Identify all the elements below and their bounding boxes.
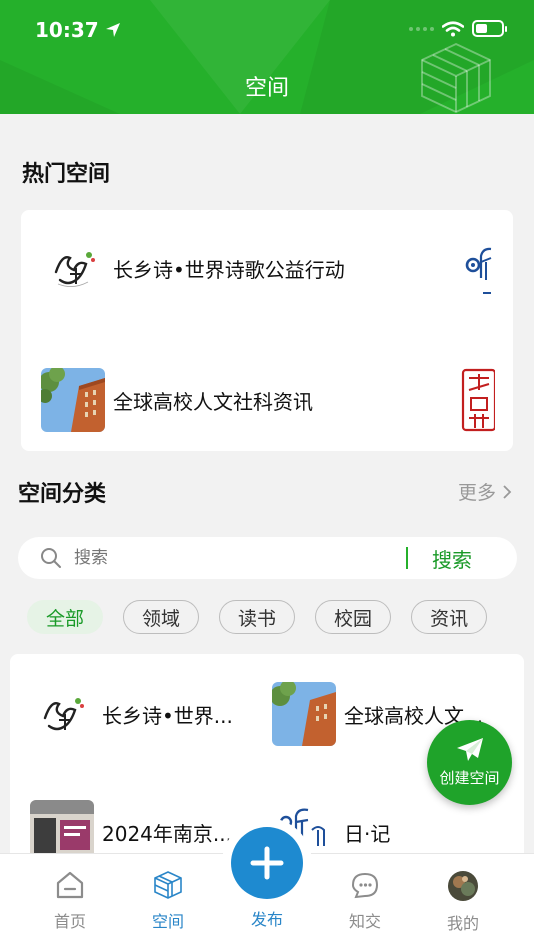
next-space-seal-logo (461, 368, 495, 432)
wifi-icon (442, 20, 464, 36)
next-space-peek-logo (465, 247, 492, 294)
hot-space-item[interactable]: 全球高校人文社科资讯 (41, 368, 313, 432)
chip-field[interactable]: 领域 (123, 600, 200, 634)
campus-building-photo (41, 368, 105, 432)
tab-mine-label: 我的 (446, 914, 479, 933)
more-label: 更多 (457, 482, 496, 504)
create-space-button[interactable]: 创建空间 (427, 720, 512, 805)
search-input[interactable] (74, 548, 404, 568)
hot-spaces-title: 热门空间 (22, 162, 111, 187)
publish-button[interactable] (222, 818, 312, 908)
changxiangshi-logo (30, 682, 94, 746)
changxiangshi-logo (41, 236, 105, 300)
tab-friends-label: 知交 (348, 912, 381, 931)
space-name: 2024年南京... (102, 821, 232, 846)
tab-home[interactable]: 首页 (25, 870, 115, 932)
publish-circle (231, 827, 303, 899)
plus-icon (250, 846, 284, 880)
cube-icon (154, 871, 182, 899)
category-chips: 全部 领域 读书 校园 资讯 (27, 600, 488, 634)
tab-mine[interactable]: 我的 (418, 870, 508, 934)
app-header: 10:37 空间 (0, 0, 534, 114)
space-item[interactable]: 长乡诗•世界... (30, 682, 233, 746)
battery-icon (472, 20, 507, 37)
tab-space[interactable]: 空间 (123, 870, 213, 932)
avatar (448, 871, 478, 901)
publish-label: 发布 (250, 910, 283, 929)
search-bar: 搜索 (18, 537, 517, 579)
search-icon (41, 548, 61, 568)
hot-spaces-carousel[interactable]: 长乡诗•世界诗歌公益行动 全球高校人文社科资讯 (21, 210, 513, 451)
hot-space-item[interactable]: 长乡诗•世界诗歌公益行动 (41, 236, 345, 300)
search-button[interactable]: 搜索 (432, 544, 472, 573)
signal-dots-icon (409, 26, 434, 31)
paper-plane-icon (456, 738, 483, 761)
chip-all[interactable]: 全部 (27, 600, 104, 634)
chip-reading[interactable]: 读书 (219, 600, 296, 634)
more-link[interactable]: 更多 (458, 478, 512, 505)
chip-campus[interactable]: 校园 (315, 600, 392, 634)
chevron-right-icon (503, 484, 512, 499)
status-time: 10:37 (35, 18, 121, 42)
campus-building-photo (272, 682, 336, 746)
hot-space-name: 长乡诗•世界诗歌公益行动 (113, 257, 345, 282)
search-divider (406, 547, 408, 569)
hot-space-name: 全球高校人文社科资讯 (113, 389, 313, 414)
status-indicators (409, 20, 507, 37)
category-title: 空间分类 (18, 482, 107, 507)
chip-news[interactable]: 资讯 (411, 600, 488, 634)
chat-heart-icon (351, 872, 379, 899)
space-name: 日·记 (344, 821, 391, 846)
tab-friends[interactable]: 知交 (320, 870, 410, 932)
home-icon (56, 871, 84, 899)
location-arrow-icon (105, 23, 120, 37)
tab-space-label: 空间 (151, 912, 184, 931)
create-space-label: 创建空间 (439, 769, 500, 787)
page-title: 空间 (244, 76, 289, 101)
tab-home-label: 首页 (53, 912, 86, 931)
space-name: 长乡诗•世界... (102, 703, 233, 728)
